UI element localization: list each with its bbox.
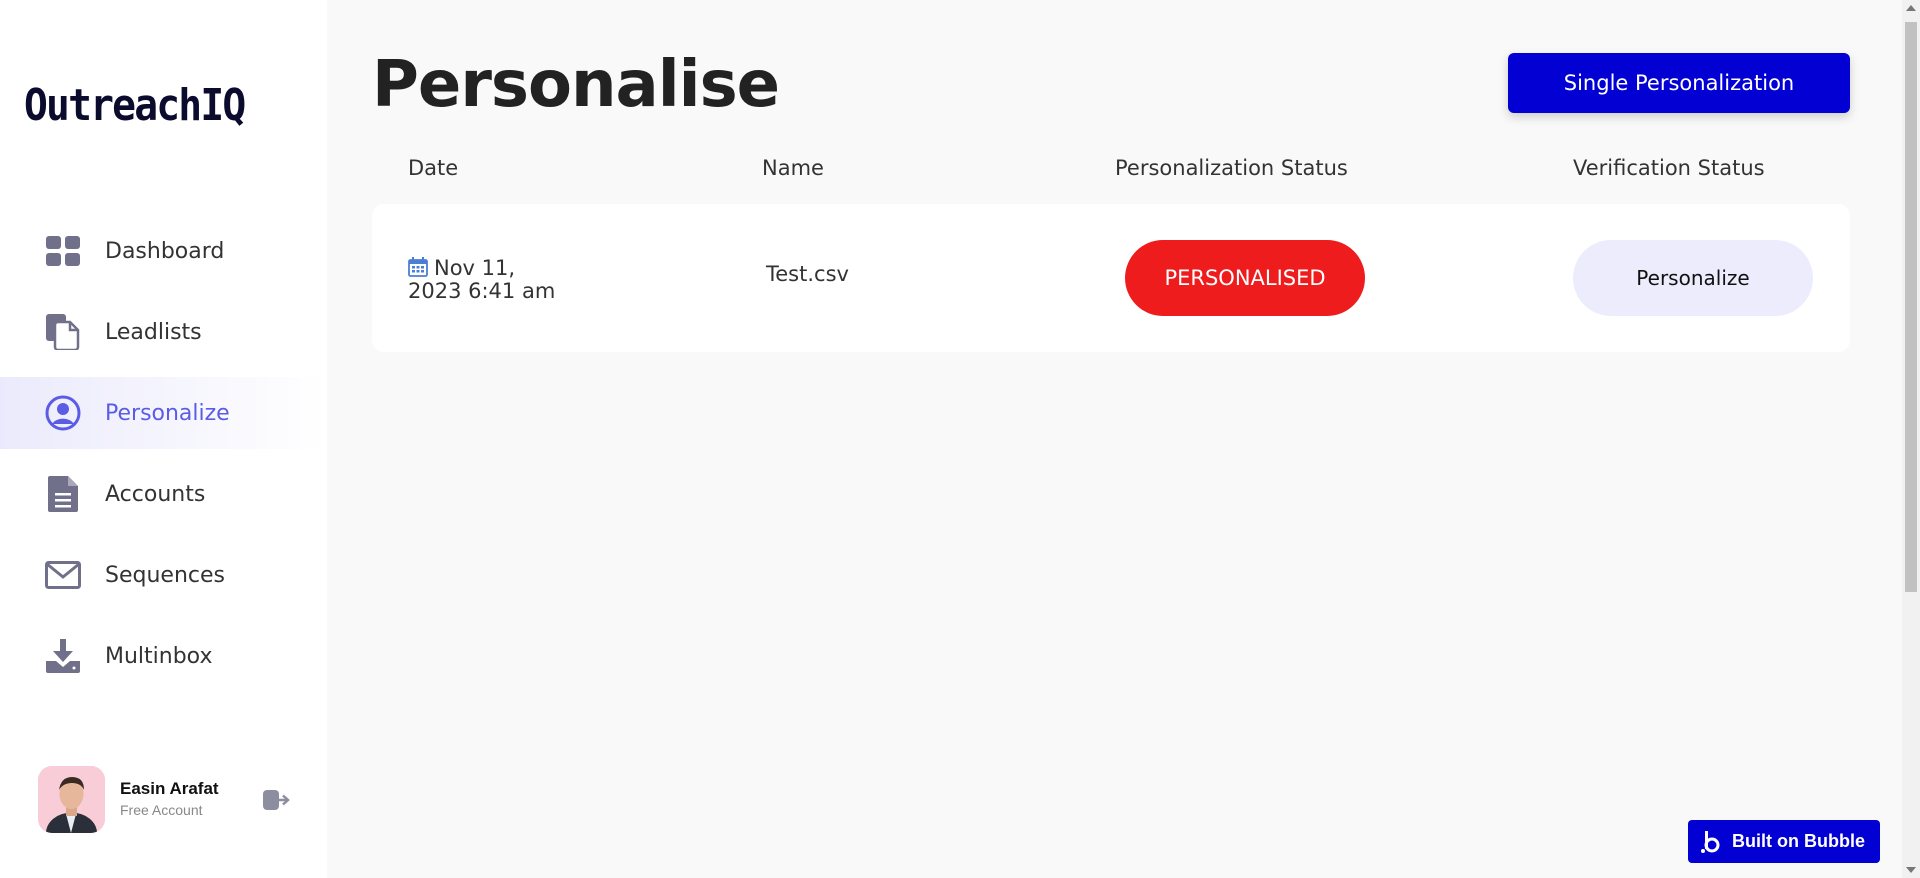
dashboard-icon <box>45 233 81 269</box>
date-line-2: 2023 6:41 am <box>408 279 556 303</box>
column-header-verification-status: Verification Status <box>1573 156 1765 180</box>
scroll-thumb[interactable] <box>1905 22 1917 592</box>
calendar-icon <box>408 257 428 281</box>
user-plan: Free Account <box>120 802 203 818</box>
single-personalization-button[interactable]: Single Personalization <box>1508 53 1850 113</box>
sidebar: OutreachIQ Dashboard Leadlists Personali… <box>0 0 327 878</box>
scroll-up-arrow-icon[interactable] <box>1906 5 1916 11</box>
sidebar-item-label: Leadlists <box>105 319 202 345</box>
status-badge: PERSONALISED <box>1125 240 1365 316</box>
built-on-bubble-label: Built on Bubble <box>1732 831 1865 851</box>
leadlists-icon <box>45 314 81 350</box>
column-header-personalization-status: Personalization Status <box>1115 156 1348 180</box>
personalize-button[interactable]: Personalize <box>1573 240 1813 316</box>
document-icon <box>45 476 81 512</box>
sidebar-item-multinbox[interactable]: Multinbox <box>0 620 327 692</box>
date-cell: Nov 11, 2023 6:41 am <box>408 257 555 302</box>
sidebar-item-leadlists[interactable]: Leadlists <box>0 296 327 368</box>
sidebar-item-label: Accounts <box>105 481 206 507</box>
user-name: Easin Arafat <box>120 779 219 798</box>
file-name-cell: Test.csv <box>766 262 849 286</box>
scroll-down-arrow-icon[interactable] <box>1906 867 1916 873</box>
sidebar-item-label: Sequences <box>105 562 225 588</box>
sidebar-item-dashboard[interactable]: Dashboard <box>0 215 327 287</box>
bubble-logo-icon <box>1700 829 1722 855</box>
sidebar-item-sequences[interactable]: Sequences <box>0 539 327 611</box>
column-header-date: Date <box>408 156 459 180</box>
table-row: Nov 11, 2023 6:41 am Test.csv PERSONALIS… <box>372 204 1850 352</box>
sidebar-item-personalize[interactable]: Personalize <box>0 377 327 449</box>
sidebar-item-label: Multinbox <box>105 643 213 669</box>
logout-icon[interactable] <box>262 786 290 814</box>
page-title: Personalise <box>372 48 780 122</box>
app-logo[interactable]: OutreachIQ <box>24 80 246 131</box>
download-tray-icon <box>45 638 81 674</box>
envelope-icon <box>45 557 81 593</box>
sidebar-item-label: Dashboard <box>105 238 225 264</box>
built-on-bubble-badge[interactable]: Built on Bubble <box>1688 820 1880 863</box>
sidebar-nav: Dashboard Leadlists Personalize Accounts… <box>0 215 327 701</box>
date-line-1: Nov 11, <box>434 256 516 280</box>
column-header-name: Name <box>762 156 824 180</box>
user-profile: Easin Arafat Free Account <box>38 766 298 834</box>
sidebar-item-accounts[interactable]: Accounts <box>0 458 327 530</box>
user-circle-icon <box>45 395 81 431</box>
avatar[interactable] <box>38 766 105 833</box>
sidebar-item-label: Personalize <box>105 400 230 426</box>
scrollbar[interactable] <box>1902 0 1920 878</box>
